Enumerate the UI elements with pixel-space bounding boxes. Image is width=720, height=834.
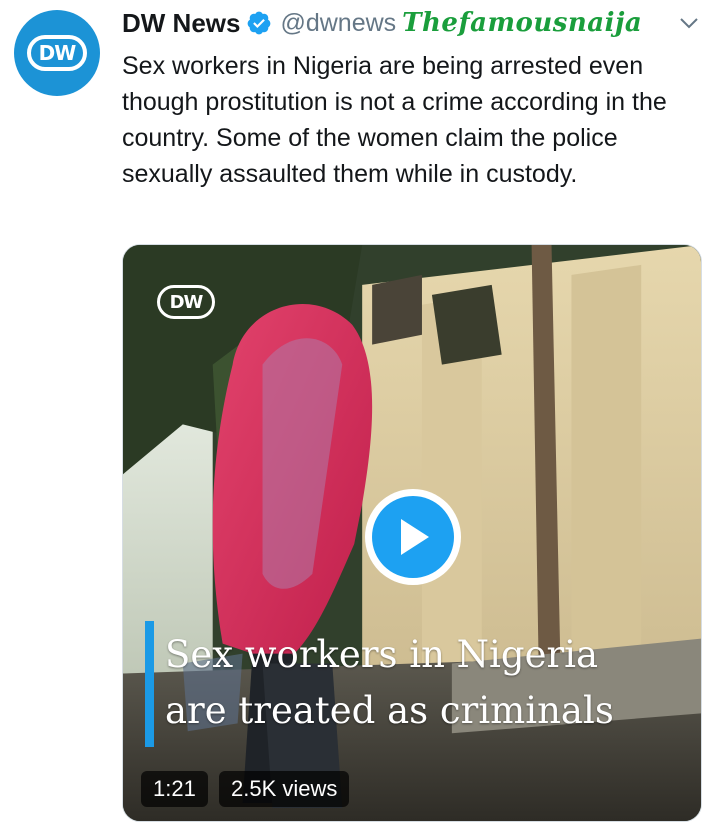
play-icon <box>401 519 429 555</box>
video-views-badge: 2.5K views <box>219 771 350 807</box>
video-player[interactable]: DW Sex workers in Nigeria are treated as… <box>122 244 702 822</box>
caption-accent-bar <box>145 621 154 747</box>
author-handle[interactable]: @dwnews <box>280 9 396 38</box>
author-avatar[interactable]: DW <box>14 10 100 96</box>
video-duration-badge: 1:21 <box>141 771 208 807</box>
chevron-down-icon[interactable] <box>678 14 700 32</box>
caption-line-2: are treated as criminals <box>165 689 614 732</box>
video-caption: Sex workers in Nigeria are treated as cr… <box>165 627 614 739</box>
watermark-text: Thefamousnaija <box>402 8 643 38</box>
caption-line-1: Sex workers in Nigeria <box>165 633 599 676</box>
play-button[interactable] <box>365 489 461 585</box>
dw-avatar-logo: DW <box>27 35 87 71</box>
dw-video-logo: DW <box>157 285 215 319</box>
author-name[interactable]: DW News <box>122 8 240 39</box>
verified-badge-icon <box>248 11 271 35</box>
tweet-text: Sex workers in Nigeria are being arreste… <box>122 52 667 188</box>
tweet-header: DW News @dwnews Thefamousnaija <box>122 6 642 40</box>
